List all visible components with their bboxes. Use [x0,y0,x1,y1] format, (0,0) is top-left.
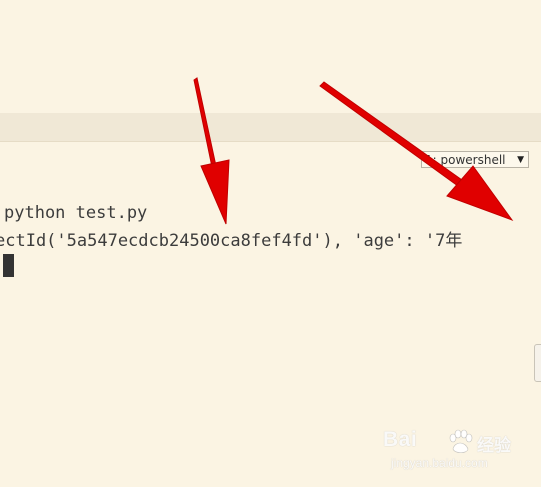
dropdown-arrow-icon: ▼ [517,155,524,165]
watermark-url: jingyan.baidu.com [391,456,488,470]
scrollbar-thumb[interactable] [534,344,541,382]
terminal-output[interactable]: python test.py ectId('5a547ecdcb24500ca8… [0,200,541,380]
baidu-paw-icon [449,429,473,454]
terminal-cursor [3,254,14,277]
watermark-brand: Bai [383,428,418,451]
terminal-shell-dropdown[interactable]: 1: powershell ▼ [421,151,529,168]
terminal-line-output: ectId('5a547ecdcb24500ca8fef4fd'), 'age'… [0,231,463,251]
terminal-shell-dropdown-value: 1: powershell [425,153,506,167]
panel-tab-bar [0,113,541,142]
baidu-watermark: Bai 经验 jingyan.baidu.com [383,428,533,480]
terminal-line-command: python test.py [4,203,148,223]
watermark-brand-suffix: 经验 [477,436,511,456]
